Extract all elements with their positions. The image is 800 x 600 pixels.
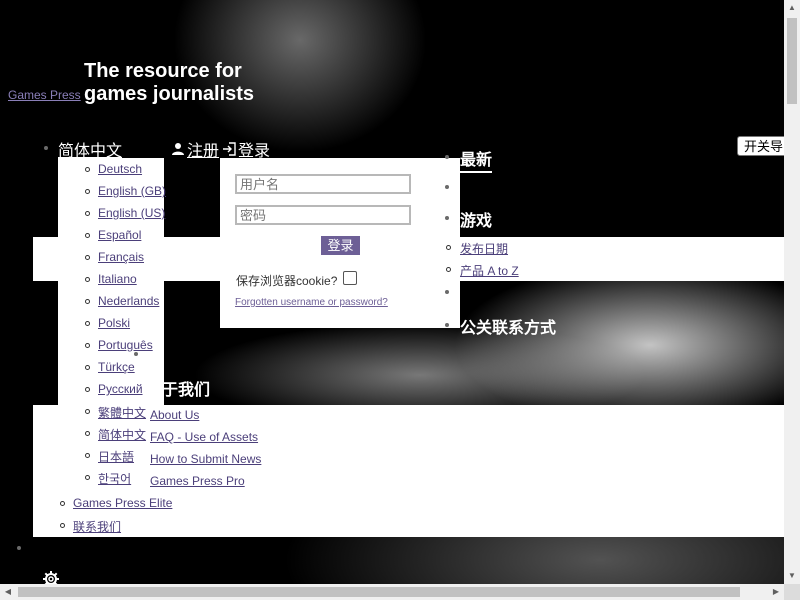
forgot-password-link[interactable]: Forgotten username or password? [235,297,388,308]
scroll-down-arrow-icon[interactable]: ▼ [784,568,800,584]
language-option[interactable]: Türkçe [98,360,135,374]
language-option[interactable]: 简体中文 [98,426,146,443]
list-bullet [446,267,451,272]
scroll-up-arrow-icon[interactable]: ▲ [784,0,800,16]
language-option[interactable]: Polski [98,316,130,330]
remember-cookie-label: 保存浏览器cookie? [236,274,338,288]
remember-cookie-checkbox[interactable] [343,271,357,285]
list-bullet [85,211,90,216]
password-input[interactable] [235,205,411,225]
register-label: 注册 [187,143,220,160]
list-bullet [85,409,90,414]
list-bullet [85,431,90,436]
logo-link[interactable]: Games Press [8,88,81,102]
login-submit-button[interactable]: 登录 [321,236,360,255]
site-tagline: The resource for games journalists [84,60,255,105]
language-option[interactable]: Português [98,338,153,352]
list-bullet [446,245,451,250]
nav-pr-contacts[interactable]: 公关联系方式 [460,314,556,338]
list-bullet [85,365,90,370]
list-bullet [85,343,90,348]
list-bullet [445,323,449,327]
language-option[interactable]: Русский [98,382,143,396]
list-bullet [85,299,90,304]
nav-release-dates[interactable]: 发布日期 [460,240,508,257]
list-bullet [85,189,90,194]
nav-games-press-elite[interactable]: Games Press Elite [73,496,172,510]
nav-about-us-page[interactable]: About Us [150,408,199,422]
vertical-scrollbar[interactable]: ▲ ▼ [784,0,800,584]
nav-about-us[interactable]: 关于我们 [146,376,210,400]
language-option[interactable]: Français [98,250,144,264]
list-bullet [85,387,90,392]
user-icon [172,143,184,155]
list-bullet [60,523,65,528]
register-link[interactable]: 注册 [171,137,219,161]
language-option[interactable]: 繁體中文 [98,404,146,421]
horizontal-scroll-thumb[interactable] [18,587,740,597]
language-option[interactable]: English (GB) [98,184,166,198]
nav-contact-us[interactable]: 联系我们 [73,518,121,535]
list-bullet [85,475,90,480]
scroll-left-arrow-icon[interactable]: ◀ [0,584,16,600]
list-bullet [445,290,449,294]
vertical-scroll-thumb[interactable] [787,18,797,104]
language-option[interactable]: 日本語 [98,448,134,465]
nav-faq-assets[interactable]: FAQ - Use of Assets [150,430,258,444]
language-option[interactable]: Deutsch [98,162,142,176]
login-icon [223,142,236,156]
list-bullet [445,216,449,220]
list-bullet [85,167,90,172]
nav-games[interactable]: 游戏 [460,207,492,231]
list-bullet [85,321,90,326]
list-bullet [60,501,65,506]
language-option[interactable]: Italiano [98,272,137,286]
scroll-right-arrow-icon[interactable]: ▶ [768,584,784,600]
nav-games-press-pro[interactable]: Games Press Pro [150,474,245,488]
list-bullet [85,233,90,238]
nav-latest[interactable]: 最新 [460,146,493,173]
language-option[interactable]: Nederlands [98,294,159,308]
horizontal-scrollbar[interactable]: ◀ ▶ [0,584,784,600]
list-bullet [85,453,90,458]
scrollbar-corner [784,584,800,600]
list-bullet [445,155,449,159]
nav-submit-news[interactable]: How to Submit News [150,452,261,466]
nav-products-a-to-z[interactable]: 产品 A to Z [460,262,519,279]
list-bullet [44,146,48,150]
list-bullet [85,277,90,282]
list-bullet [17,546,21,550]
list-bullet [85,255,90,260]
language-option[interactable]: 한국어 [98,470,131,487]
list-bullet [445,185,449,189]
username-input[interactable] [235,174,411,194]
list-bullet [134,352,138,356]
language-option[interactable]: Español [98,228,141,242]
language-option[interactable]: English (US) [98,206,165,220]
